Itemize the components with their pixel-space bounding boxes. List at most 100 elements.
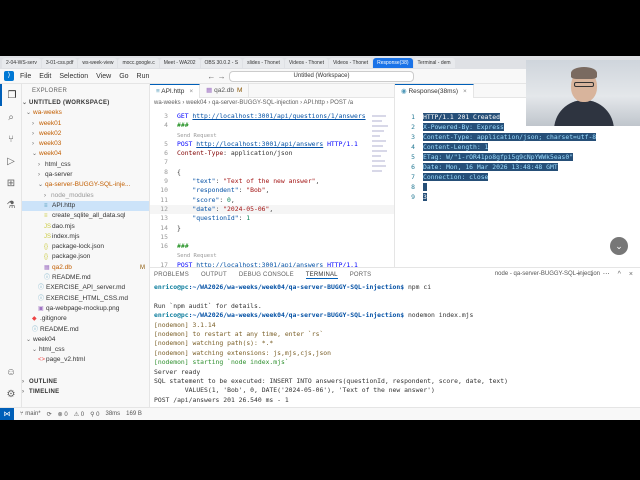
tab-problems[interactable]: PROBLEMS bbox=[154, 272, 189, 278]
tree-file[interactable]: ≡ create_sqlite_all_data.sql bbox=[22, 211, 149, 221]
tab-qa2-db[interactable]: ▦ qa2.db M bbox=[200, 84, 250, 98]
tree-folder[interactable]: › week01 bbox=[22, 119, 149, 129]
tree-file[interactable]: {} package-lock.json bbox=[22, 242, 149, 252]
tree-file[interactable]: ◆ .gitignore bbox=[22, 314, 149, 324]
tree-file[interactable]: ▣ qa-webpage-mockup.png bbox=[22, 304, 149, 314]
file-type-icon: <> bbox=[38, 357, 46, 364]
browser-tab[interactable]: slides - Thonet bbox=[243, 57, 284, 68]
terminal-line: [nodemon] watching path(s): *.* bbox=[154, 339, 274, 348]
terminal-line: [nodemon] starting `node index.mjs` bbox=[154, 358, 289, 367]
workspace-header[interactable]: ⌄ UNTITLED (WORKSPACE) bbox=[22, 98, 149, 108]
tree-file[interactable]: {} package.json bbox=[22, 252, 149, 262]
tree-file[interactable]: ⓘ README.md bbox=[22, 273, 149, 283]
scroll-down-icon[interactable]: ⌄ bbox=[610, 237, 628, 255]
file-type-icon: ≡ bbox=[44, 213, 48, 220]
browser-tab[interactable]: OBS 30.0.2 - S bbox=[200, 57, 243, 68]
response-size[interactable]: 169 B bbox=[126, 411, 142, 417]
tab-output[interactable]: OUTPUT bbox=[201, 272, 227, 278]
menu-selection[interactable]: Selection bbox=[59, 73, 88, 80]
tree-folder[interactable]: ⌄ html_css bbox=[22, 345, 149, 355]
browser-tab[interactable]: 3-01-css.pdf bbox=[41, 57, 78, 68]
tree-file[interactable]: ⓘ EXERCISE_API_server.md bbox=[22, 283, 149, 293]
browser-tab[interactable]: Terminal - dem bbox=[413, 57, 455, 68]
minimap[interactable] bbox=[370, 112, 392, 262]
tree-file[interactable]: ⓘ EXERCISE_HTML_CSS.md bbox=[22, 294, 149, 304]
account-icon[interactable]: ☺ bbox=[0, 361, 22, 383]
chevron-right-icon: › bbox=[38, 172, 40, 179]
settings-gear-icon[interactable]: ⚙ bbox=[0, 383, 22, 405]
file-type-icon: JS bbox=[44, 233, 52, 240]
editor-tabs: ≡ API.http × ▦ qa2.db M bbox=[150, 84, 394, 98]
tree-file[interactable]: JSdao.mjs bbox=[22, 222, 149, 232]
menu-run[interactable]: Run bbox=[137, 73, 150, 80]
activity-bar: ❐ ⌕ ⑂ ▷ ⊞ ⚗ ☺ ⚙ bbox=[0, 84, 22, 407]
response-time[interactable]: 38ms bbox=[105, 411, 120, 417]
tree-label: create_sqlite_all_data.sql bbox=[52, 212, 126, 220]
send-request-link[interactable]: Send Request bbox=[177, 133, 217, 139]
tree-label: week01 bbox=[39, 119, 62, 127]
explorer-icon[interactable]: ❐ bbox=[0, 84, 22, 106]
bottom-panel: PROBLEMS OUTPUT DEBUG CONSOLE TERMINAL P… bbox=[150, 267, 640, 407]
tree-folder[interactable]: › week02 bbox=[22, 129, 149, 139]
tree-file[interactable]: <>page_v2.html bbox=[22, 355, 149, 365]
branch-indicator[interactable]: ⑂ main* bbox=[20, 411, 41, 417]
tab-terminal[interactable]: TERMINAL bbox=[305, 272, 338, 279]
close-icon[interactable]: × bbox=[189, 88, 193, 95]
browser-tab[interactable]: 2-04-WS-serv bbox=[2, 57, 41, 68]
command-center[interactable]: Untitled (Workspace) bbox=[229, 71, 414, 82]
extensions-icon[interactable]: ⊞ bbox=[0, 172, 22, 194]
tree-folder[interactable]: ⌄ wa-weeks bbox=[22, 108, 149, 118]
tree-folder[interactable]: › week03 bbox=[22, 139, 149, 149]
browser-tab[interactable]: Meet - WA202 bbox=[159, 57, 200, 68]
tree-folder[interactable]: ⌄ week04 bbox=[22, 335, 149, 345]
tree-label: html_css bbox=[45, 160, 71, 168]
tree-file[interactable]: ▦ qa2.db M bbox=[22, 263, 149, 273]
tree-label: qa-server-BUGGY-SQL-inje... bbox=[45, 181, 131, 189]
menu-go[interactable]: Go bbox=[119, 73, 128, 80]
browser-tab[interactable]: Videos - Thonet bbox=[328, 57, 373, 68]
tab-debug-console[interactable]: DEBUG CONSOLE bbox=[239, 272, 294, 278]
code-area[interactable]: 3 GET http://localhost:3001/api/questions… bbox=[150, 112, 394, 267]
tree-folder[interactable]: ⌄ week04 bbox=[22, 149, 149, 159]
source-control-icon[interactable]: ⑂ bbox=[0, 128, 22, 150]
browser-tab[interactable]: Response(38) bbox=[373, 57, 413, 68]
close-icon[interactable]: × bbox=[463, 88, 467, 95]
tree-folder[interactable]: › qa-server bbox=[22, 170, 149, 180]
menu-view[interactable]: View bbox=[96, 73, 111, 80]
menu-file[interactable]: File bbox=[20, 73, 31, 80]
tab-ports[interactable]: PORTS bbox=[350, 272, 372, 278]
menu-edit[interactable]: Edit bbox=[39, 73, 51, 80]
outline-section[interactable]: › OUTLINE bbox=[22, 377, 149, 387]
browser-tab[interactable]: ws-week-view bbox=[78, 57, 118, 68]
breadcrumb[interactable]: wa-weeks › week04 › qa-server-BUGGY-SQL-… bbox=[150, 98, 394, 108]
file-type-icon: ▣ bbox=[38, 305, 44, 312]
search-icon[interactable]: ⌕ bbox=[0, 106, 22, 128]
timeline-section[interactable]: › TIMELINE bbox=[22, 387, 149, 397]
run-debug-icon[interactable]: ▷ bbox=[0, 150, 22, 172]
browser-tab[interactable]: mocc.google.c bbox=[118, 57, 159, 68]
remote-icon[interactable]: ⋈ bbox=[0, 407, 14, 421]
file-type-icon: ⓘ bbox=[38, 285, 45, 292]
errors-count[interactable]: ⊗ 0 bbox=[58, 411, 68, 418]
chevron-down-icon: ⌄ bbox=[26, 110, 32, 117]
send-request-link[interactable]: Send Request bbox=[177, 253, 217, 259]
branch-label: main* bbox=[25, 411, 41, 417]
tab-api-http[interactable]: ≡ API.http × bbox=[150, 84, 201, 98]
tree-file[interactable]: JSindex.mjs bbox=[22, 232, 149, 242]
browser-tab[interactable]: Videos - Thonet bbox=[284, 57, 328, 68]
warnings-count[interactable]: ⚠ 0 bbox=[74, 411, 84, 418]
ports-count[interactable]: ⚲ 0 bbox=[90, 411, 99, 418]
editor-api-http[interactable]: ≡ API.http × ▦ qa2.db M wa-weeks › week04 … bbox=[150, 84, 394, 267]
tree-file[interactable]: ⓘ README.md bbox=[22, 325, 149, 335]
tree-folder[interactable]: › node_modules bbox=[22, 191, 149, 201]
nav-back-forward-icon[interactable]: ← → bbox=[207, 72, 225, 81]
panel-actions-icon[interactable]: + ⌄ ⋯ ^ × bbox=[577, 270, 636, 278]
tree-label: README.md bbox=[40, 325, 79, 333]
tab-response[interactable]: ◉ Response(38ms) × bbox=[395, 84, 474, 98]
sync-icon[interactable]: ⟳ bbox=[47, 411, 52, 418]
tree-folder[interactable]: › html_css bbox=[22, 160, 149, 170]
tree-folder[interactable]: ⌄ qa-server-BUGGY-SQL-inje... bbox=[22, 180, 149, 190]
tree-file[interactable]: ≡ API.http bbox=[22, 200, 149, 212]
testing-icon[interactable]: ⚗ bbox=[0, 194, 22, 216]
terminal-output[interactable]: enrico@pc:~/WA2026/wa-weeks/week04/qa-se… bbox=[150, 282, 640, 407]
